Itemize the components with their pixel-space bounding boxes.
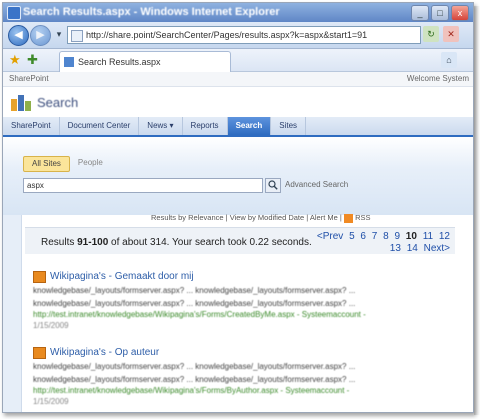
pager-page[interactable]: 14 xyxy=(407,243,418,254)
minimize-button[interactable]: _ xyxy=(411,5,429,21)
forward-arrow-icon[interactable]: ▶ xyxy=(30,25,51,46)
nav-news[interactable]: News ▾ xyxy=(139,117,183,135)
results-toolbar: Results by Relevance | View by Modified … xyxy=(151,213,370,223)
document-icon xyxy=(33,347,46,359)
refresh-icon[interactable]: ↻ xyxy=(423,26,439,42)
summary-suffix: of about 314. Your search took 0.22 seco… xyxy=(108,237,312,248)
pager-page[interactable]: 11 xyxy=(423,231,433,242)
separator: | xyxy=(339,213,342,222)
separator: | xyxy=(225,213,228,222)
result-title-row[interactable]: Wikipagina's - Op auteur xyxy=(33,347,453,359)
pager-current-page: 10 xyxy=(405,231,417,242)
alert-me-link[interactable]: Alert Me xyxy=(310,213,338,222)
sort-by-modified-date[interactable]: View by Modified Date xyxy=(230,213,304,222)
separator: | xyxy=(306,213,309,222)
search-go-button[interactable] xyxy=(265,178,281,193)
stop-icon[interactable]: ✕ xyxy=(443,26,459,42)
browser-tab[interactable]: Search Results.aspx xyxy=(59,51,231,72)
result-date: 1/15/2009 xyxy=(33,397,69,406)
search-input[interactable]: aspx xyxy=(23,178,263,193)
search-scopes: All Sites People xyxy=(23,156,111,172)
nav-reports[interactable]: Reports xyxy=(183,117,228,135)
pager-page[interactable]: 6 xyxy=(360,231,366,242)
top-navigation: SharePoint Document Center News ▾ Report… xyxy=(3,117,473,137)
site-title: Search xyxy=(37,95,79,110)
summary-text: Results 91-100 of about 314. Your search… xyxy=(41,237,312,248)
sharepoint-top-bar: SharePoint Welcome System xyxy=(3,72,473,87)
site-breadcrumb[interactable]: SharePoint xyxy=(9,72,49,86)
result-date: 1/15/2009 xyxy=(33,321,69,330)
summary-prefix: Results xyxy=(41,237,78,248)
result-url[interactable]: http://test.intranet/knowledgebase/Wikip… xyxy=(33,309,453,320)
nav-sharepoint[interactable]: SharePoint xyxy=(3,117,60,135)
window-controls: _ □ x xyxy=(411,5,469,21)
history-dropdown-icon[interactable]: ▾ xyxy=(51,26,67,42)
result-snippet: knowledgebase/_layouts/formserver.aspx? … xyxy=(33,362,356,371)
welcome-menu[interactable]: Welcome System xyxy=(407,72,469,86)
pager-page[interactable]: 5 xyxy=(349,231,355,242)
pager-page[interactable]: 8 xyxy=(383,231,389,242)
pager-page[interactable]: 7 xyxy=(372,231,378,242)
pager-page[interactable]: 12 xyxy=(439,231,450,242)
site-header: Search xyxy=(3,87,473,115)
scope-all-sites[interactable]: All Sites xyxy=(23,156,70,172)
search-query: aspx xyxy=(27,181,44,190)
scope-people[interactable]: People xyxy=(70,156,111,170)
result-url[interactable]: http://test.intranet/knowledgebase/Wikip… xyxy=(33,385,453,396)
advanced-search-link[interactable]: Advanced Search xyxy=(285,180,348,189)
document-icon xyxy=(33,271,46,283)
nav-document-center[interactable]: Document Center xyxy=(60,117,140,135)
nav-search[interactable]: Search xyxy=(227,117,272,135)
add-favorites-icon[interactable]: ✚ xyxy=(27,52,38,68)
pager-prev[interactable]: <Prev xyxy=(317,231,343,242)
result-title-row[interactable]: Wikipagina's - Gemaakt door mij xyxy=(33,271,453,283)
pager-next[interactable]: Next> xyxy=(424,243,450,254)
browser-window: Search Results.aspx - Windows Internet E… xyxy=(2,2,474,413)
results-range: 91-100 xyxy=(77,237,109,248)
rss-link[interactable]: RSS xyxy=(355,213,370,222)
ie-icon xyxy=(7,6,21,20)
search-result: Wikipagina's - Op auteur knowledgebase/_… xyxy=(33,347,453,407)
search-panel xyxy=(3,137,473,215)
pager-page[interactable]: 9 xyxy=(394,231,400,242)
pager: <Prev 5 6 7 8 9 10 11 12 13 14 Next> xyxy=(310,231,450,255)
address-text: http://share.point/SearchCenter/Pages/re… xyxy=(86,30,368,40)
nav-sites[interactable]: Sites xyxy=(271,117,307,135)
window-title: Search Results.aspx - Windows Internet E… xyxy=(23,6,280,18)
favorites-star-icon[interactable]: ★ xyxy=(9,52,21,68)
magnifier-icon xyxy=(268,180,278,190)
sharepoint-logo-icon xyxy=(11,95,31,111)
result-title[interactable]: Wikipagina's - Op auteur xyxy=(50,347,159,358)
result-snippet: knowledgebase/_layouts/formserver.aspx? … xyxy=(33,375,356,384)
results-summary: Results 91-100 of about 314. Your search… xyxy=(25,227,455,254)
result-snippet: knowledgebase/_layouts/formserver.aspx? … xyxy=(33,299,356,308)
result-snippet: knowledgebase/_layouts/formserver.aspx? … xyxy=(33,286,356,295)
home-icon[interactable]: ⌂ xyxy=(441,52,457,68)
left-rail xyxy=(3,215,21,412)
back-arrow-icon[interactable]: ◀ xyxy=(8,25,29,46)
tab-label: Search Results.aspx xyxy=(78,57,161,67)
close-button[interactable]: x xyxy=(451,5,469,21)
result-title[interactable]: Wikipagina's - Gemaakt door mij xyxy=(50,271,194,282)
maximize-button[interactable]: □ xyxy=(431,5,449,21)
favorites-bar: ★ ✚ Search Results.aspx ⌂ xyxy=(3,49,473,72)
navigation-bar: ◀ ▶ ▾ http://share.point/SearchCenter/Pa… xyxy=(3,22,473,49)
title-bar: Search Results.aspx - Windows Internet E… xyxy=(3,3,473,22)
web-page: SharePoint Welcome System Search SharePo… xyxy=(3,72,473,412)
search-result: Wikipagina's - Gemaakt door mij knowledg… xyxy=(33,271,453,331)
address-bar[interactable]: http://share.point/SearchCenter/Pages/re… xyxy=(67,26,421,44)
window-shadow xyxy=(474,6,480,415)
pager-page[interactable]: 13 xyxy=(390,243,401,254)
rss-icon[interactable] xyxy=(343,213,353,223)
sort-by-relevance[interactable]: Results by Relevance xyxy=(151,213,224,222)
